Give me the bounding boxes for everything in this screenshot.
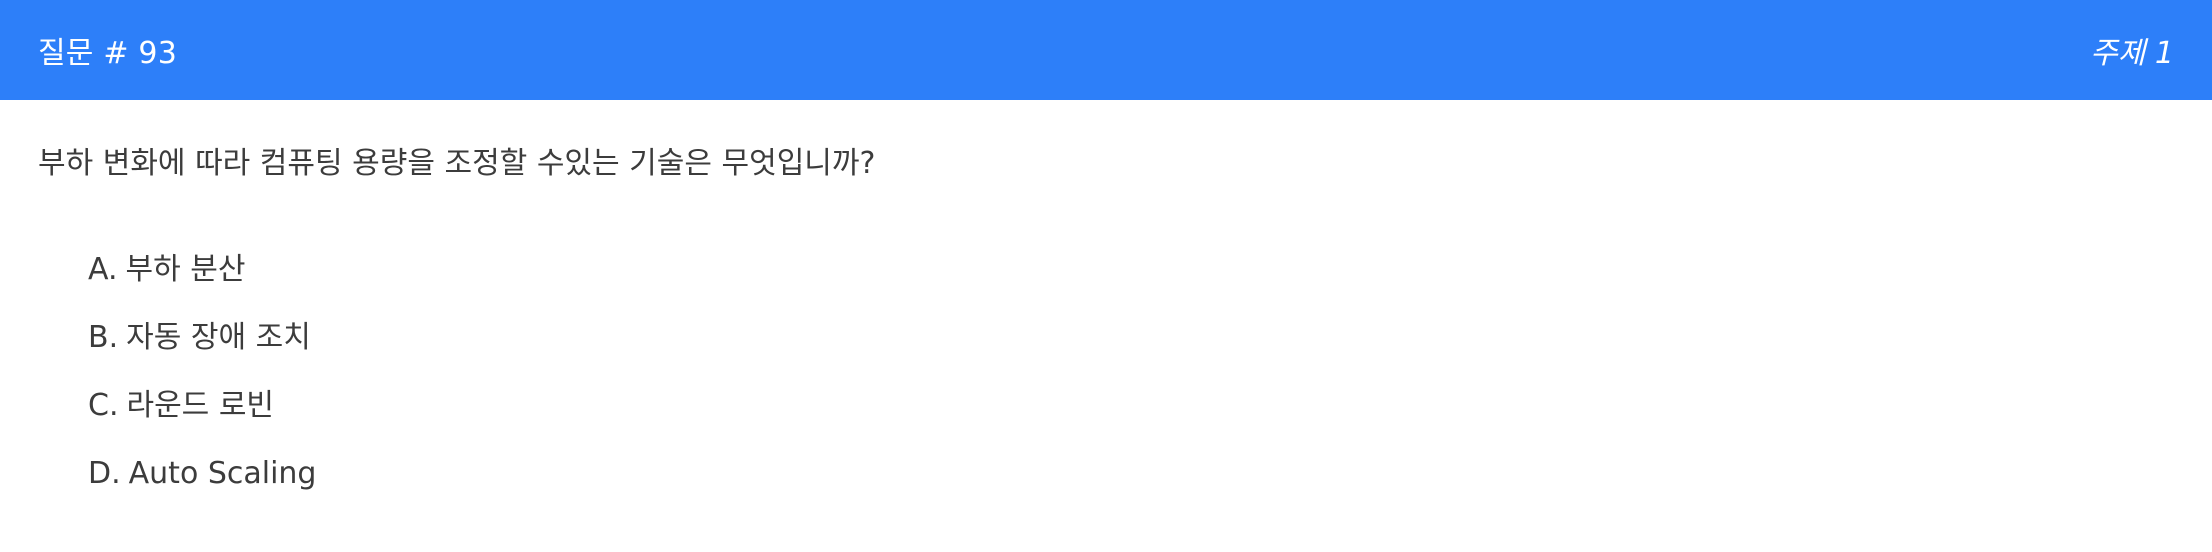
question-number: 질문 # 93 (38, 36, 177, 71)
option-letter: D. (88, 456, 121, 491)
option-text: 부하 분산 (125, 252, 246, 287)
option-letter: A. (88, 252, 118, 287)
answer-options: A. 부하 분산 B. 자동 장애 조치 C. 라운드 로빈 D. Auto S… (0, 236, 2212, 508)
question-header: 질문 # 93 주제 1 (0, 0, 2212, 100)
option-letter: B. (88, 320, 119, 355)
option-text: 자동 장애 조치 (126, 320, 311, 355)
topic-label: 주제 1 (2090, 36, 2174, 71)
question-card: 질문 # 93 주제 1 부하 변화에 따라 컴퓨팅 용량을 조정할 수있는 기… (0, 0, 2212, 552)
option-c[interactable]: C. 라운드 로빈 (88, 372, 2212, 440)
option-text: Auto Scaling (128, 456, 317, 491)
option-text: 라운드 로빈 (126, 388, 275, 423)
option-b[interactable]: B. 자동 장애 조치 (88, 304, 2212, 372)
question-text: 부하 변화에 따라 컴퓨팅 용량을 조정할 수있는 기술은 무엇입니까? (38, 146, 876, 181)
option-letter: C. (88, 388, 119, 423)
option-d[interactable]: D. Auto Scaling (88, 440, 2212, 508)
option-a[interactable]: A. 부하 분산 (88, 236, 2212, 304)
